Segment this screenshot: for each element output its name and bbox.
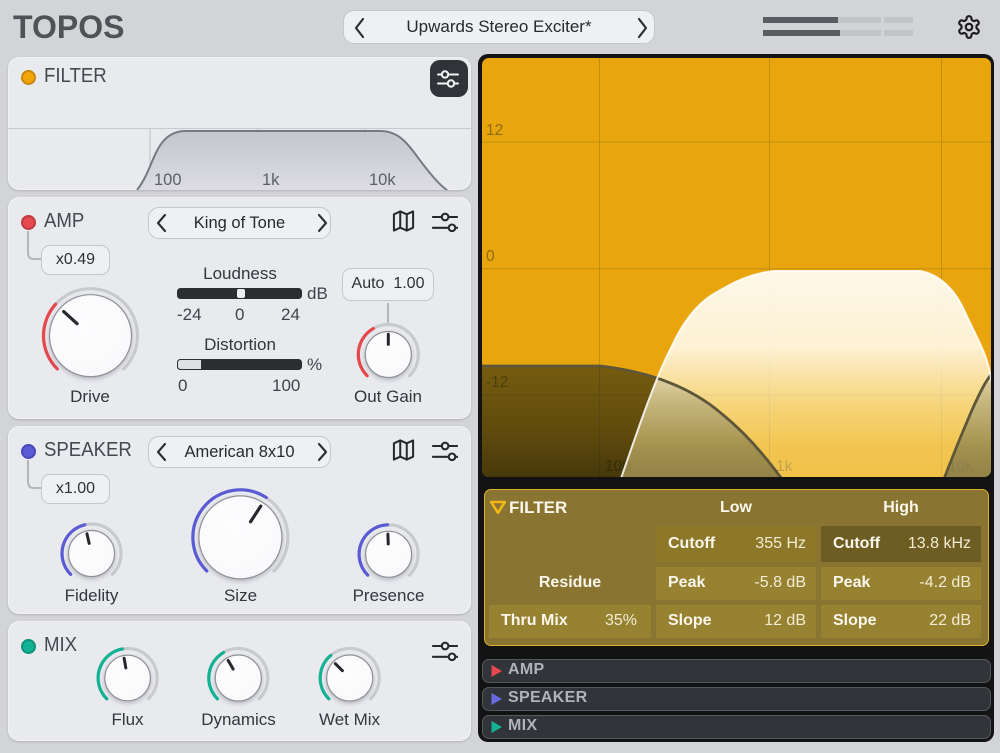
svg-text:1k: 1k: [262, 171, 280, 189]
svg-text:12: 12: [486, 122, 503, 139]
svg-text:0: 0: [486, 248, 495, 265]
svg-text:10k: 10k: [369, 171, 396, 189]
svg-text:100: 100: [154, 171, 182, 189]
